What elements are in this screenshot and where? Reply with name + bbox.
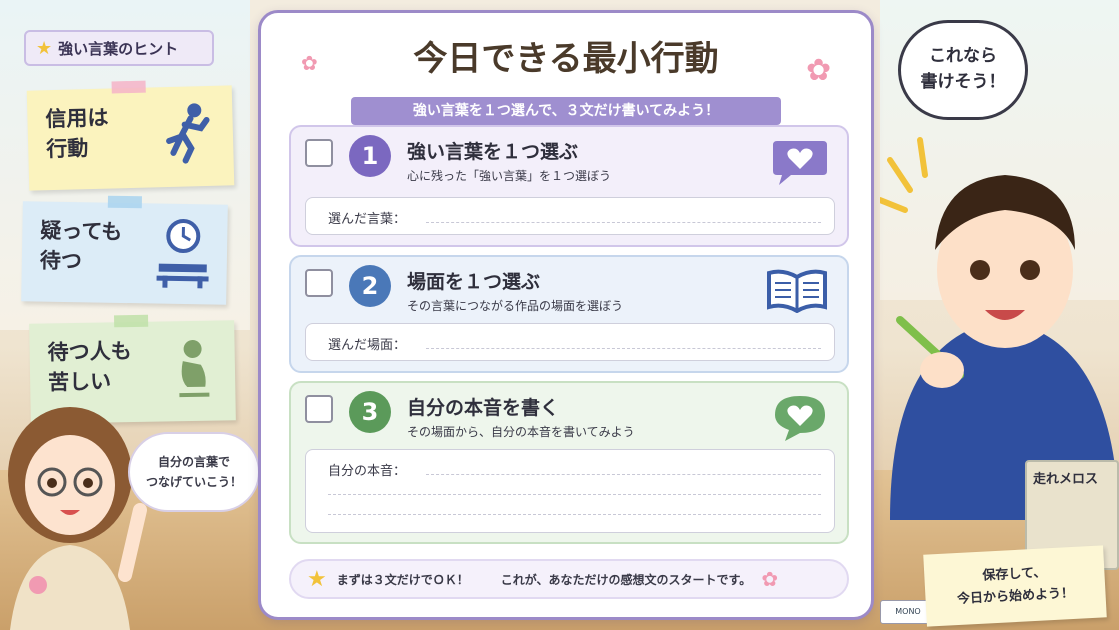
hint-note-wait: 疑っても 待つ bbox=[21, 195, 228, 305]
hint-note-line1: 疑っても bbox=[40, 218, 123, 244]
step-1-answer-field[interactable]: 選んだ言葉： bbox=[305, 197, 835, 235]
boy-bubble-line2: 書けそう！ bbox=[920, 72, 1006, 92]
step-3-checkbox[interactable] bbox=[305, 395, 333, 423]
footer-message-1: まずは３文だけでＯＫ！ bbox=[336, 572, 469, 587]
step-card-1: 1 強い言葉を１つ選ぶ 心に残った「強い言葉」を１つ選ぼう 選んだ言葉： bbox=[289, 125, 849, 247]
running-person-icon bbox=[166, 103, 210, 164]
book-title: 走れメロス bbox=[1033, 472, 1099, 487]
girl-bubble-line2: つなげていこう！ bbox=[145, 475, 242, 489]
hint-header-label: 強い言葉のヒント bbox=[58, 39, 179, 58]
hint-note-line2: 待つ bbox=[39, 248, 83, 274]
save-note-line1: 保存して、 bbox=[982, 565, 1047, 584]
write-line bbox=[426, 222, 821, 223]
star-icon: ★ bbox=[307, 566, 327, 592]
sitting-person-icon bbox=[179, 339, 210, 398]
step-1-description: 心に残った「強い言葉」を１つ選ぼう bbox=[407, 169, 612, 183]
step-1-heading: 強い言葉を１つ選ぶ bbox=[407, 141, 579, 163]
tape-decoration bbox=[111, 80, 146, 94]
step-2-field-label: 選んだ場面： bbox=[328, 338, 407, 353]
worksheet-title: 今日できる最小行動 bbox=[413, 39, 719, 79]
hint-note-line1: 信用は bbox=[45, 105, 109, 132]
eraser-label: MONO bbox=[895, 607, 921, 616]
write-line bbox=[426, 474, 821, 475]
step-2-number: 2 bbox=[349, 265, 391, 307]
star-icon: ★ bbox=[36, 37, 53, 59]
step-3-description: その場面から、自分の本音を書いてみよう bbox=[407, 425, 635, 439]
write-line bbox=[328, 514, 821, 515]
clock-bench-icon bbox=[156, 219, 209, 289]
tape-decoration bbox=[114, 314, 149, 328]
step-3-number: 3 bbox=[349, 391, 391, 433]
worksheet-footer: ★ まずは３文だけでＯＫ！ これが、あなただけの感想文のスタートです。 ✿ bbox=[289, 559, 849, 599]
worksheet-subtitle: 強い言葉を１つ選んで、３文だけ書いてみよう！ bbox=[351, 97, 781, 125]
step-1-checkbox[interactable] bbox=[305, 139, 333, 167]
write-line bbox=[328, 494, 821, 495]
worksheet: ✿ ✿ 今日できる最小行動 強い言葉を１つ選んで、３文だけ書いてみよう！ 1 強… bbox=[258, 10, 874, 620]
step-1-field-label: 選んだ言葉： bbox=[328, 212, 407, 227]
boy-speech-bubble: これなら 書けそう！ bbox=[898, 20, 1028, 120]
step-3-heading: 自分の本音を書く bbox=[407, 397, 560, 419]
write-line bbox=[426, 348, 821, 349]
step-2-answer-field[interactable]: 選んだ場面： bbox=[305, 323, 835, 361]
step-card-3: 3 自分の本音を書く その場面から、自分の本音を書いてみよう 自分の本音： bbox=[289, 381, 849, 544]
step-3-answer-field[interactable]: 自分の本音： bbox=[305, 449, 835, 533]
step-2-checkbox[interactable] bbox=[305, 269, 333, 297]
hint-note-line2: 行動 bbox=[45, 136, 89, 162]
girl-bubble-line1: 自分の言葉で bbox=[157, 455, 230, 469]
step-1-number: 1 bbox=[349, 135, 391, 177]
hint-note-line2: 苦しい bbox=[47, 369, 112, 395]
flower-icon: ✿ bbox=[761, 567, 779, 591]
girl-character-illustration bbox=[8, 407, 147, 630]
hint-note-trust: 信用は 行動 bbox=[26, 80, 235, 191]
hint-note-line1: 待つ人も bbox=[47, 339, 132, 365]
step-3-field-label: 自分の本音： bbox=[328, 464, 407, 479]
step-2-heading: 場面を１つ選ぶ bbox=[407, 271, 541, 293]
footer-message-2: これが、あなただけの感想文のスタートです。 bbox=[500, 572, 752, 587]
tape-decoration bbox=[107, 195, 142, 209]
hint-header: ★ 強い言葉のヒント bbox=[24, 30, 214, 66]
step-card-2: 2 場面を１つ選ぶ その言葉につながる作品の場面を選ぼう 選んだ場面： bbox=[289, 255, 849, 373]
save-sticky-note: 保存して、 今日から始めよう！ bbox=[923, 545, 1107, 627]
girl-speech-bubble: 自分の言葉で つなげていこう！ bbox=[128, 432, 260, 512]
step-2-description: その言葉につながる作品の場面を選ぼう bbox=[407, 299, 624, 313]
boy-bubble-line1: これなら bbox=[929, 46, 997, 66]
save-note-line2: 今日から始めよう！ bbox=[956, 585, 1075, 608]
open-book-icon bbox=[767, 269, 827, 313]
heart-speech-bubble-icon bbox=[775, 396, 825, 441]
heart-speech-bubble-icon bbox=[773, 141, 827, 185]
